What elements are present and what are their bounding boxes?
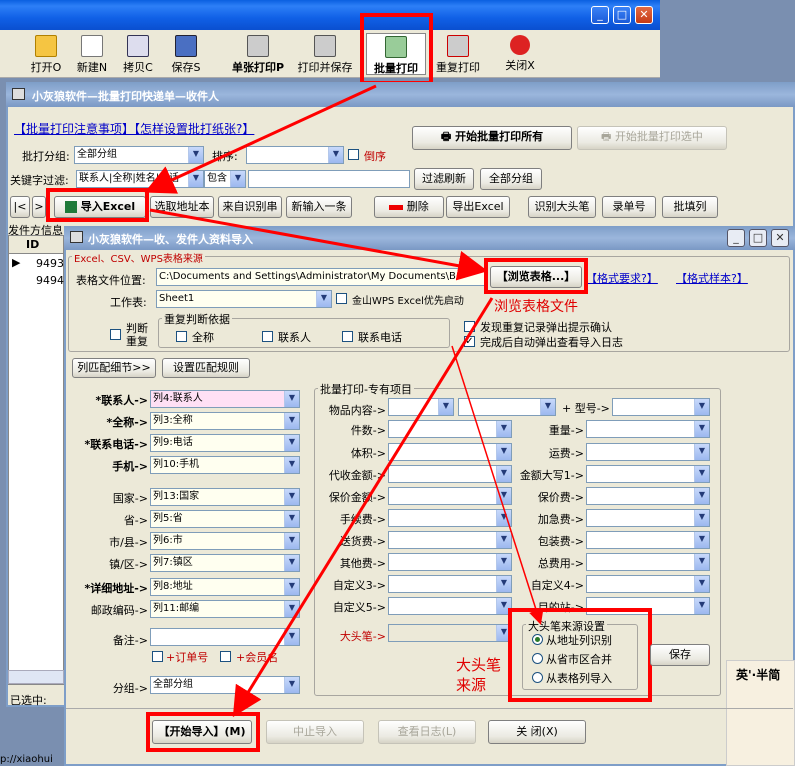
arrow-to-import-excel [144, 84, 377, 194]
arrow-to-big-pen-source [451, 345, 544, 625]
arrow-to-start-import [232, 297, 494, 718]
annotation-arrows [144, 84, 544, 718]
arrow-to-browse [149, 208, 488, 281]
